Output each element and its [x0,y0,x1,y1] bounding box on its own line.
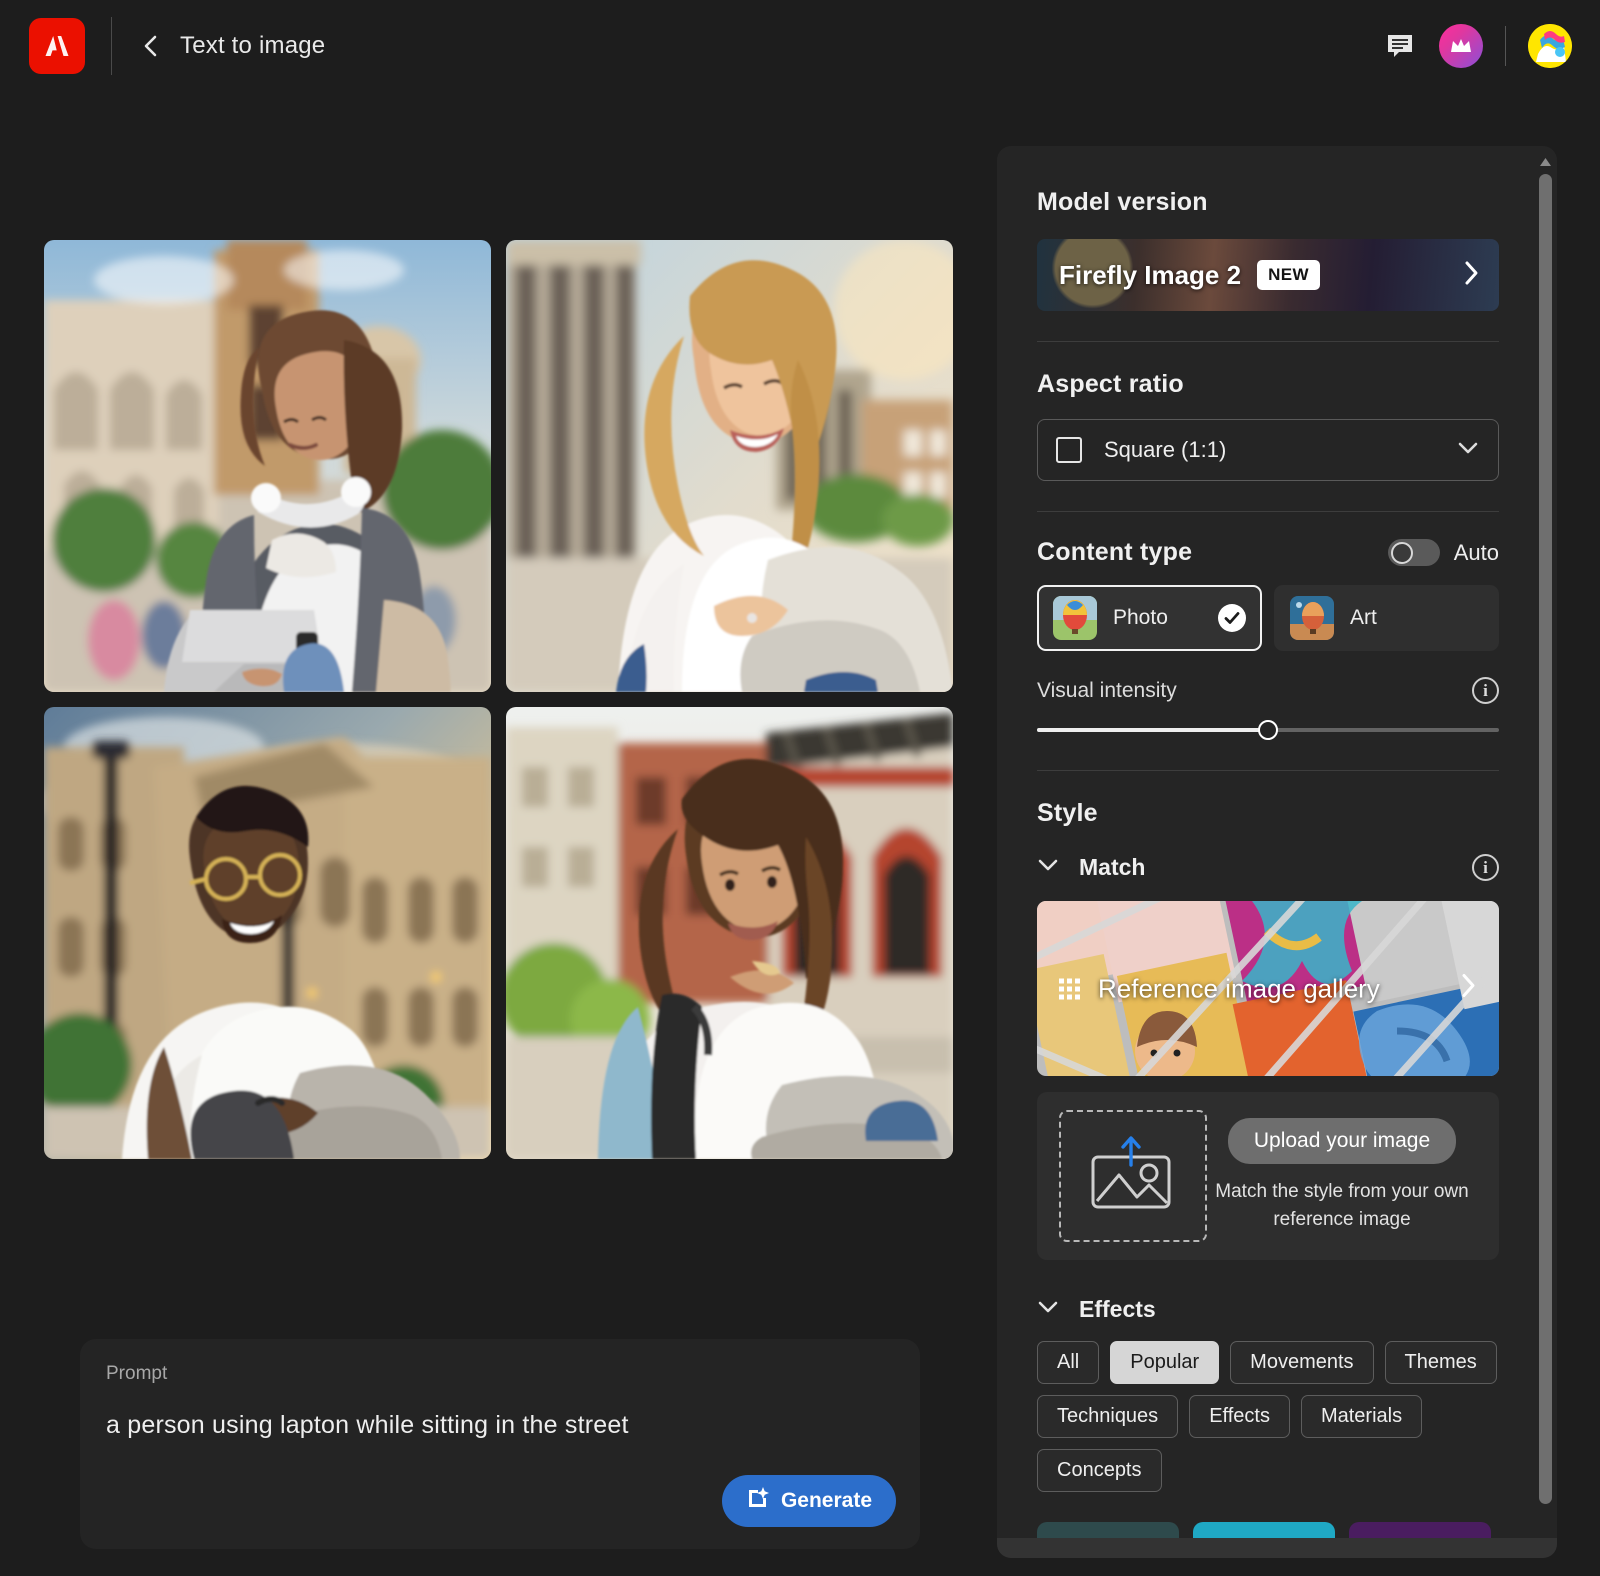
generate-button[interactable]: Generate [721,1475,896,1527]
adobe-logo-icon[interactable] [29,17,85,74]
effects-filter-materials[interactable]: Materials [1300,1395,1423,1438]
divider-2 [1037,511,1499,512]
generated-image-4[interactable] [506,707,953,1159]
scrollbar-thumb[interactable] [1539,174,1552,1504]
content-type-photo-label: Photo [1113,606,1168,629]
check-circle-icon [1218,604,1246,632]
upload-your-image-button[interactable]: Upload your image [1227,1117,1457,1164]
chat-bubble-icon[interactable] [1383,29,1417,63]
photo-thumbnail [1053,596,1097,640]
image-upload-dropzone[interactable] [1059,1110,1207,1242]
effects-filter-concepts[interactable]: Concepts [1037,1449,1162,1492]
chevron-down-icon [1037,858,1059,877]
settings-side-panel: Model version Firefly Image 2 NEW Aspect… [997,146,1557,1558]
firefly-text-to-image-app: Text to image Prompt a person using lapt… [0,0,1600,1576]
divider-1 [1037,341,1499,342]
slider-fill [1037,728,1268,732]
effects-filter-all[interactable]: All [1037,1341,1100,1384]
art-thumbnail [1290,596,1334,640]
generate-button-label: Generate [780,1489,872,1512]
generated-image-1[interactable] [44,240,491,692]
upload-reference-content: Upload your image Match the style from y… [1207,1117,1477,1235]
visual-intensity-label: Visual intensity [1037,678,1177,702]
style-match-section-toggle[interactable]: Match i [1037,854,1499,881]
upload-reference-card: Upload your image Match the style from y… [1037,1092,1499,1260]
effects-filter-chips: All Popular Movements Themes Techniques … [1037,1341,1499,1492]
info-icon[interactable]: i [1472,677,1499,704]
page-title: Text to image [180,31,326,59]
prompt-label: Prompt [106,1363,168,1384]
effects-filter-themes[interactable]: Themes [1384,1341,1497,1384]
grid-icon [1059,978,1080,999]
upload-description: Match the style from your own reference … [1215,1180,1469,1231]
model-new-badge: NEW [1257,260,1320,290]
toolbar-divider [111,16,112,75]
square-icon [1056,437,1082,463]
effects-filter-techniques[interactable]: Techniques [1037,1395,1179,1438]
chevron-left-icon[interactable] [138,33,164,59]
generated-image-3[interactable] [44,707,491,1159]
model-version-selector[interactable]: Firefly Image 2 NEW [1037,239,1499,311]
content-type-title: Content type [1037,538,1193,566]
info-icon[interactable]: i [1472,854,1499,881]
visual-intensity-slider[interactable] [1037,720,1499,740]
settings-scroll-area: Model version Firefly Image 2 NEW Aspect… [997,146,1539,1558]
crown-icon[interactable] [1439,23,1483,68]
generated-image-photo [44,240,491,692]
panel-bottom-bar [997,1538,1557,1558]
effects-filter-popular[interactable]: Popular [1110,1341,1220,1384]
reference-gallery-label: Reference image gallery [1098,973,1380,1003]
effects-filter-effects[interactable]: Effects [1189,1395,1290,1438]
sparkle-generate-icon [746,1486,770,1516]
auto-toggle-label: Auto [1453,539,1499,565]
aspect-ratio-dropdown[interactable]: Square (1:1) [1037,419,1499,481]
top-bar: Text to image [0,0,1600,91]
effects-filter-movements[interactable]: Movements [1230,1341,1374,1384]
effects-label: Effects [1079,1296,1156,1322]
content-type-art[interactable]: Art [1274,585,1499,651]
toggle-knob [1390,541,1413,564]
style-match-label: Match [1079,854,1146,880]
top-bar-actions [1383,23,1572,68]
generated-image-photo [44,707,491,1159]
content-type-header: Content type Auto [1037,538,1499,567]
toolbar-divider-2 [1505,25,1506,66]
reference-image-gallery-banner[interactable]: Reference image gallery [1037,901,1499,1076]
style-title: Style [1037,799,1098,827]
content-type-options: Photo Art [1037,585,1499,651]
content-type-art-label: Art [1350,606,1377,629]
aspect-ratio-title: Aspect ratio [1037,370,1184,398]
chevron-right-icon [1459,972,1477,1005]
aspect-ratio-value: Square (1:1) [1104,437,1227,462]
reference-gallery-label-row: Reference image gallery [1037,972,1499,1005]
generated-images-grid [44,240,953,1159]
generated-image-photo [506,707,953,1159]
user-avatar-icon[interactable] [1528,23,1572,68]
scroll-up-arrow-icon[interactable] [1538,154,1553,170]
prompt-panel[interactable]: Prompt a person using lapton while sitti… [80,1339,920,1549]
prompt-input[interactable]: a person using lapton while sitting in t… [106,1411,894,1440]
slider-knob[interactable] [1258,720,1278,740]
image-upload-icon [1085,1135,1181,1218]
divider-3 [1037,770,1499,771]
generated-image-2[interactable] [506,240,953,692]
visual-intensity-header: Visual intensity i [1037,677,1499,704]
content-type-photo[interactable]: Photo [1037,585,1262,651]
auto-toggle-group: Auto [1387,539,1499,566]
model-version-title: Model version [1037,188,1208,216]
chevron-down-icon [1456,440,1480,461]
effects-section-toggle[interactable]: Effects [1037,1296,1499,1323]
model-version-name: Firefly Image 2 [1059,259,1242,290]
generated-image-photo [506,240,953,692]
settings-scrollbar[interactable] [1538,154,1553,1550]
chevron-right-icon [1461,260,1481,291]
auto-toggle[interactable] [1387,539,1440,566]
chevron-down-icon [1037,1300,1059,1319]
